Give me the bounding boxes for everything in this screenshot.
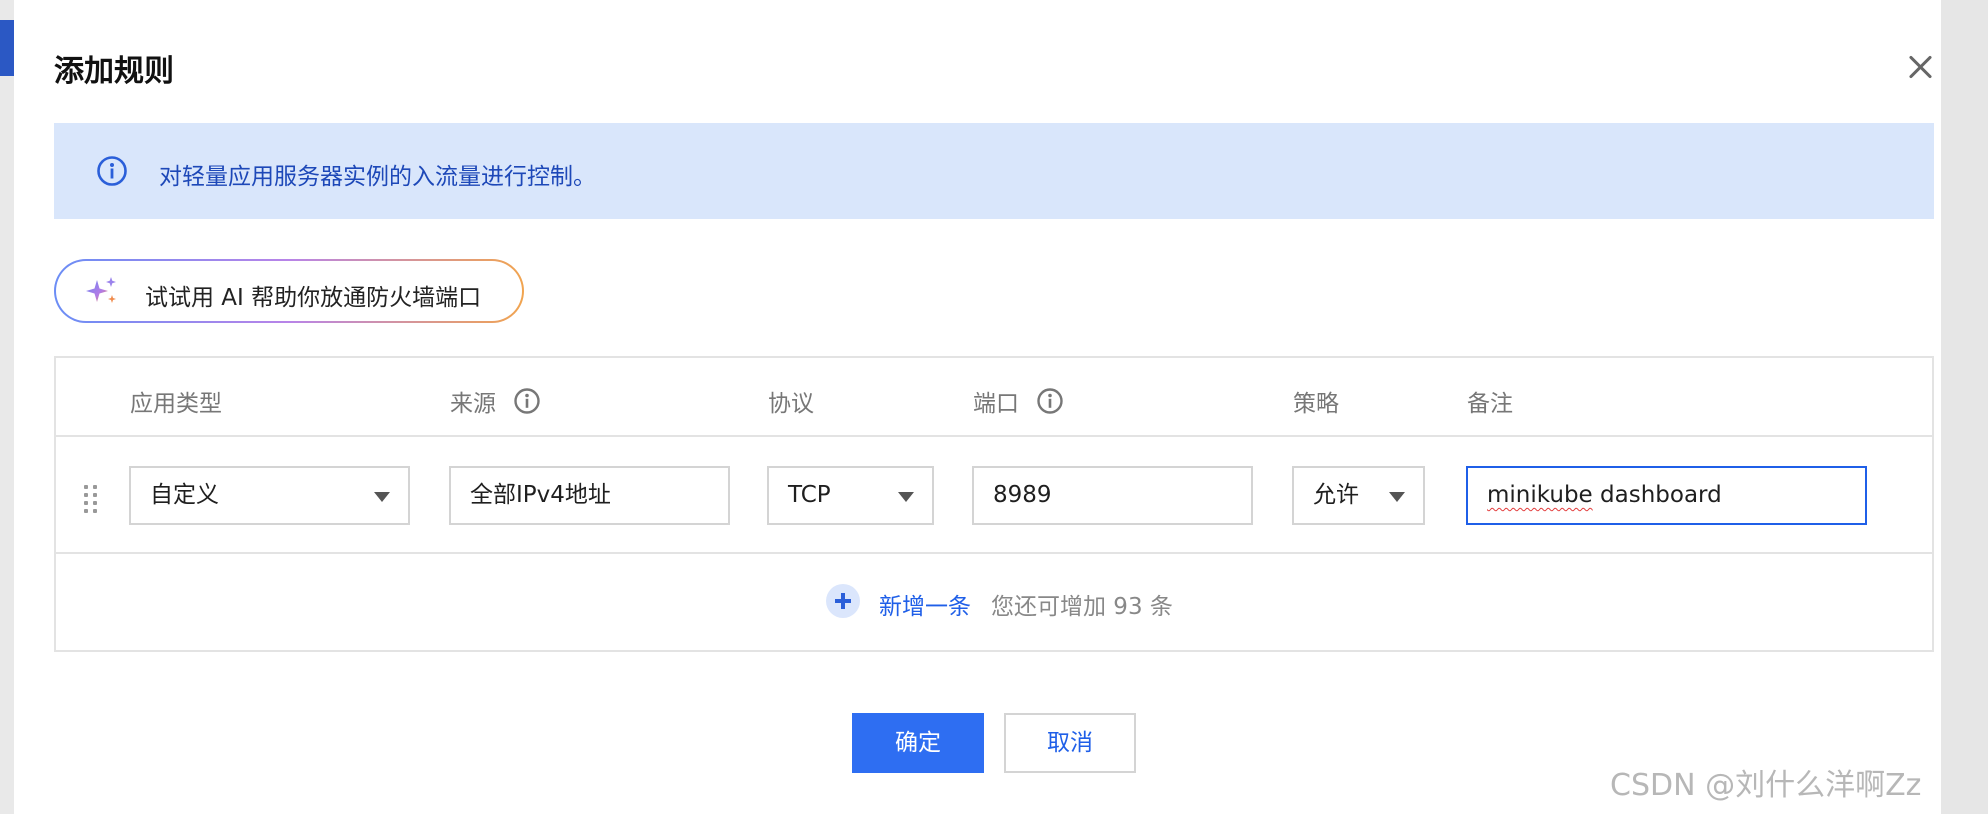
info-notice: 对轻量应用服务器实例的入流量进行控制。 [54, 123, 1934, 219]
port-input[interactable]: 8989 [972, 466, 1253, 525]
column-remark: 备注 [1467, 391, 1513, 417]
cancel-button[interactable]: 取消 [1004, 713, 1136, 773]
notice-text: 对轻量应用服务器实例的入流量进行控制。 [159, 164, 596, 190]
column-policy: 策略 [1293, 391, 1339, 417]
policy-select[interactable]: 允许 [1292, 466, 1425, 525]
app-type-select[interactable]: 自定义 [129, 466, 410, 525]
add-icon[interactable] [826, 584, 860, 618]
drag-handle-icon[interactable] [84, 485, 100, 513]
chevron-down-icon [374, 492, 390, 502]
column-source: 来源 [450, 384, 541, 418]
confirm-button[interactable]: 确定 [852, 713, 984, 773]
source-input[interactable]: 全部IPv4地址 [449, 466, 730, 525]
background-left-edge [0, 0, 14, 814]
sparkle-icon [86, 277, 116, 303]
table-header: 应用类型 来源 协议 端口 策略 备注 [56, 358, 1932, 437]
ai-assist-label: 试试用 AI 帮助你放通防火墙端口 [145, 285, 482, 311]
add-row-bar: 新增一条 您还可增加 93 条 [56, 554, 1932, 650]
add-rule-dialog: 添加规则 对轻量应用服务器实例的入流量进行控制。 试试用 AI 帮助你放通防火墙… [14, 0, 1941, 814]
rules-table: 应用类型 来源 协议 端口 策略 备注 自定义 全部IPv4地址 TCP 898… [54, 356, 1934, 652]
remark-input[interactable]: minikube dashboard [1466, 466, 1867, 525]
port-info-icon[interactable] [1036, 387, 1064, 415]
background-right-edge [1941, 0, 1988, 814]
info-icon [97, 156, 127, 186]
source-info-icon[interactable] [513, 387, 541, 415]
column-protocol: 协议 [768, 391, 814, 417]
column-port: 端口 [973, 384, 1064, 418]
remaining-count-hint: 您还可增加 93 条 [991, 594, 1173, 620]
add-rule-link[interactable]: 新增一条 [879, 587, 971, 621]
chevron-down-icon [1389, 492, 1405, 502]
watermark-text: CSDN @刘什么洋啊Zz [1610, 768, 1922, 803]
dialog-title: 添加规则 [54, 54, 174, 89]
protocol-select[interactable]: TCP [767, 466, 934, 525]
close-icon[interactable] [1906, 52, 1936, 82]
chevron-down-icon [898, 492, 914, 502]
column-app-type: 应用类型 [130, 391, 222, 417]
ai-assist-button[interactable]: 试试用 AI 帮助你放通防火墙端口 [54, 259, 524, 323]
table-row: 自定义 全部IPv4地址 TCP 8989 允许 minikube dashbo… [56, 437, 1932, 554]
